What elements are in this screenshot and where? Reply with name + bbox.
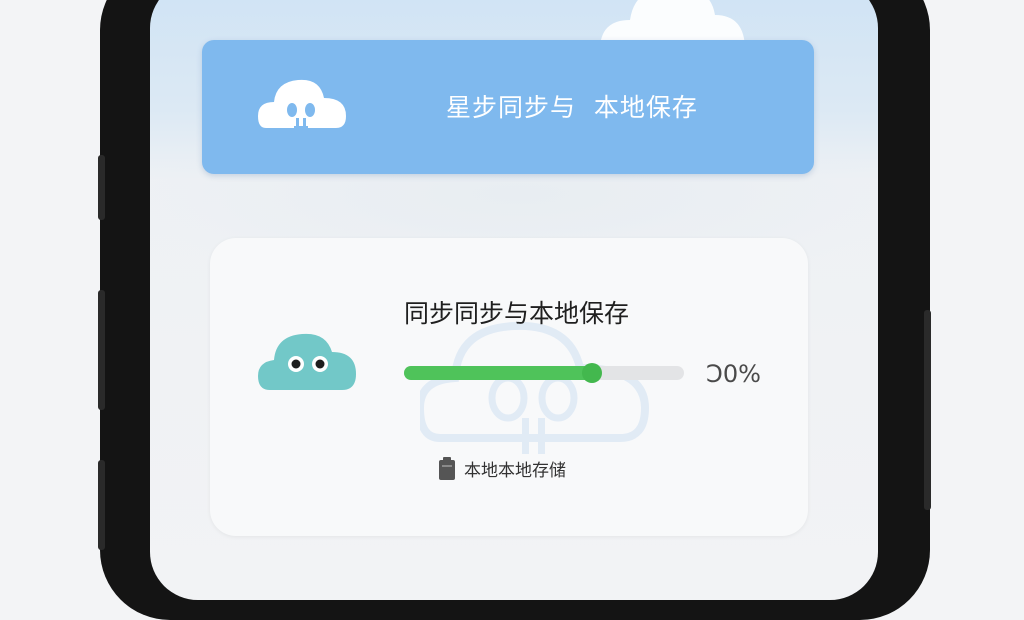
page-title: 星步同步与 本地保存 <box>446 93 698 122</box>
storage-card-icon <box>439 456 455 480</box>
sync-progress-knob <box>581 363 602 383</box>
sync-progress-label: Ɔ0% <box>706 360 761 388</box>
phone-side-button <box>98 290 105 410</box>
cloud-watermark-icon <box>420 321 650 454</box>
sync-status-card: 同步同步与本地保存 Ɔ0% 本地本地存储 <box>210 238 808 536</box>
local-storage-label: 本地本地存储 <box>464 461 566 481</box>
phone-power-button <box>924 310 931 510</box>
phone-side-button <box>98 155 105 220</box>
cloud-mascot-icon <box>258 333 356 390</box>
sync-progress-fill <box>404 366 592 380</box>
phone-screen: 星步同步与 本地保存 同步同步与本地保存 Ɔ0% 本地本地存储 <box>150 0 878 600</box>
card-title: 同步同步与本地保存 <box>404 299 630 328</box>
cloud-robot-icon <box>258 79 346 134</box>
sync-progress-bar <box>404 363 684 383</box>
local-storage-row[interactable]: 本地本地存储 <box>438 456 566 481</box>
header-banner: 星步同步与 本地保存 <box>202 40 814 174</box>
phone-side-button <box>98 460 105 550</box>
